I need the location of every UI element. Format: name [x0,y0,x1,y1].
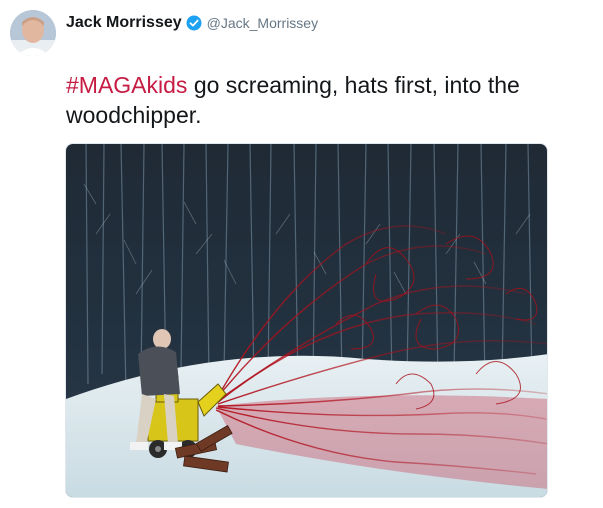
tweet-header: Jack Morrissey @Jack_Morrissey [66,14,318,32]
verified-badge-icon [186,15,202,31]
hashtag-link[interactable]: #MAGAkids [66,72,187,98]
tweet-media-image[interactable] [65,143,548,498]
tweet-text: #MAGAkids go screaming, hats first, into… [66,70,566,130]
avatar[interactable] [10,10,56,56]
painting-illustration [66,144,547,497]
author-name[interactable]: Jack Morrissey [66,14,182,32]
author-handle[interactable]: @Jack_Morrissey [207,15,318,31]
